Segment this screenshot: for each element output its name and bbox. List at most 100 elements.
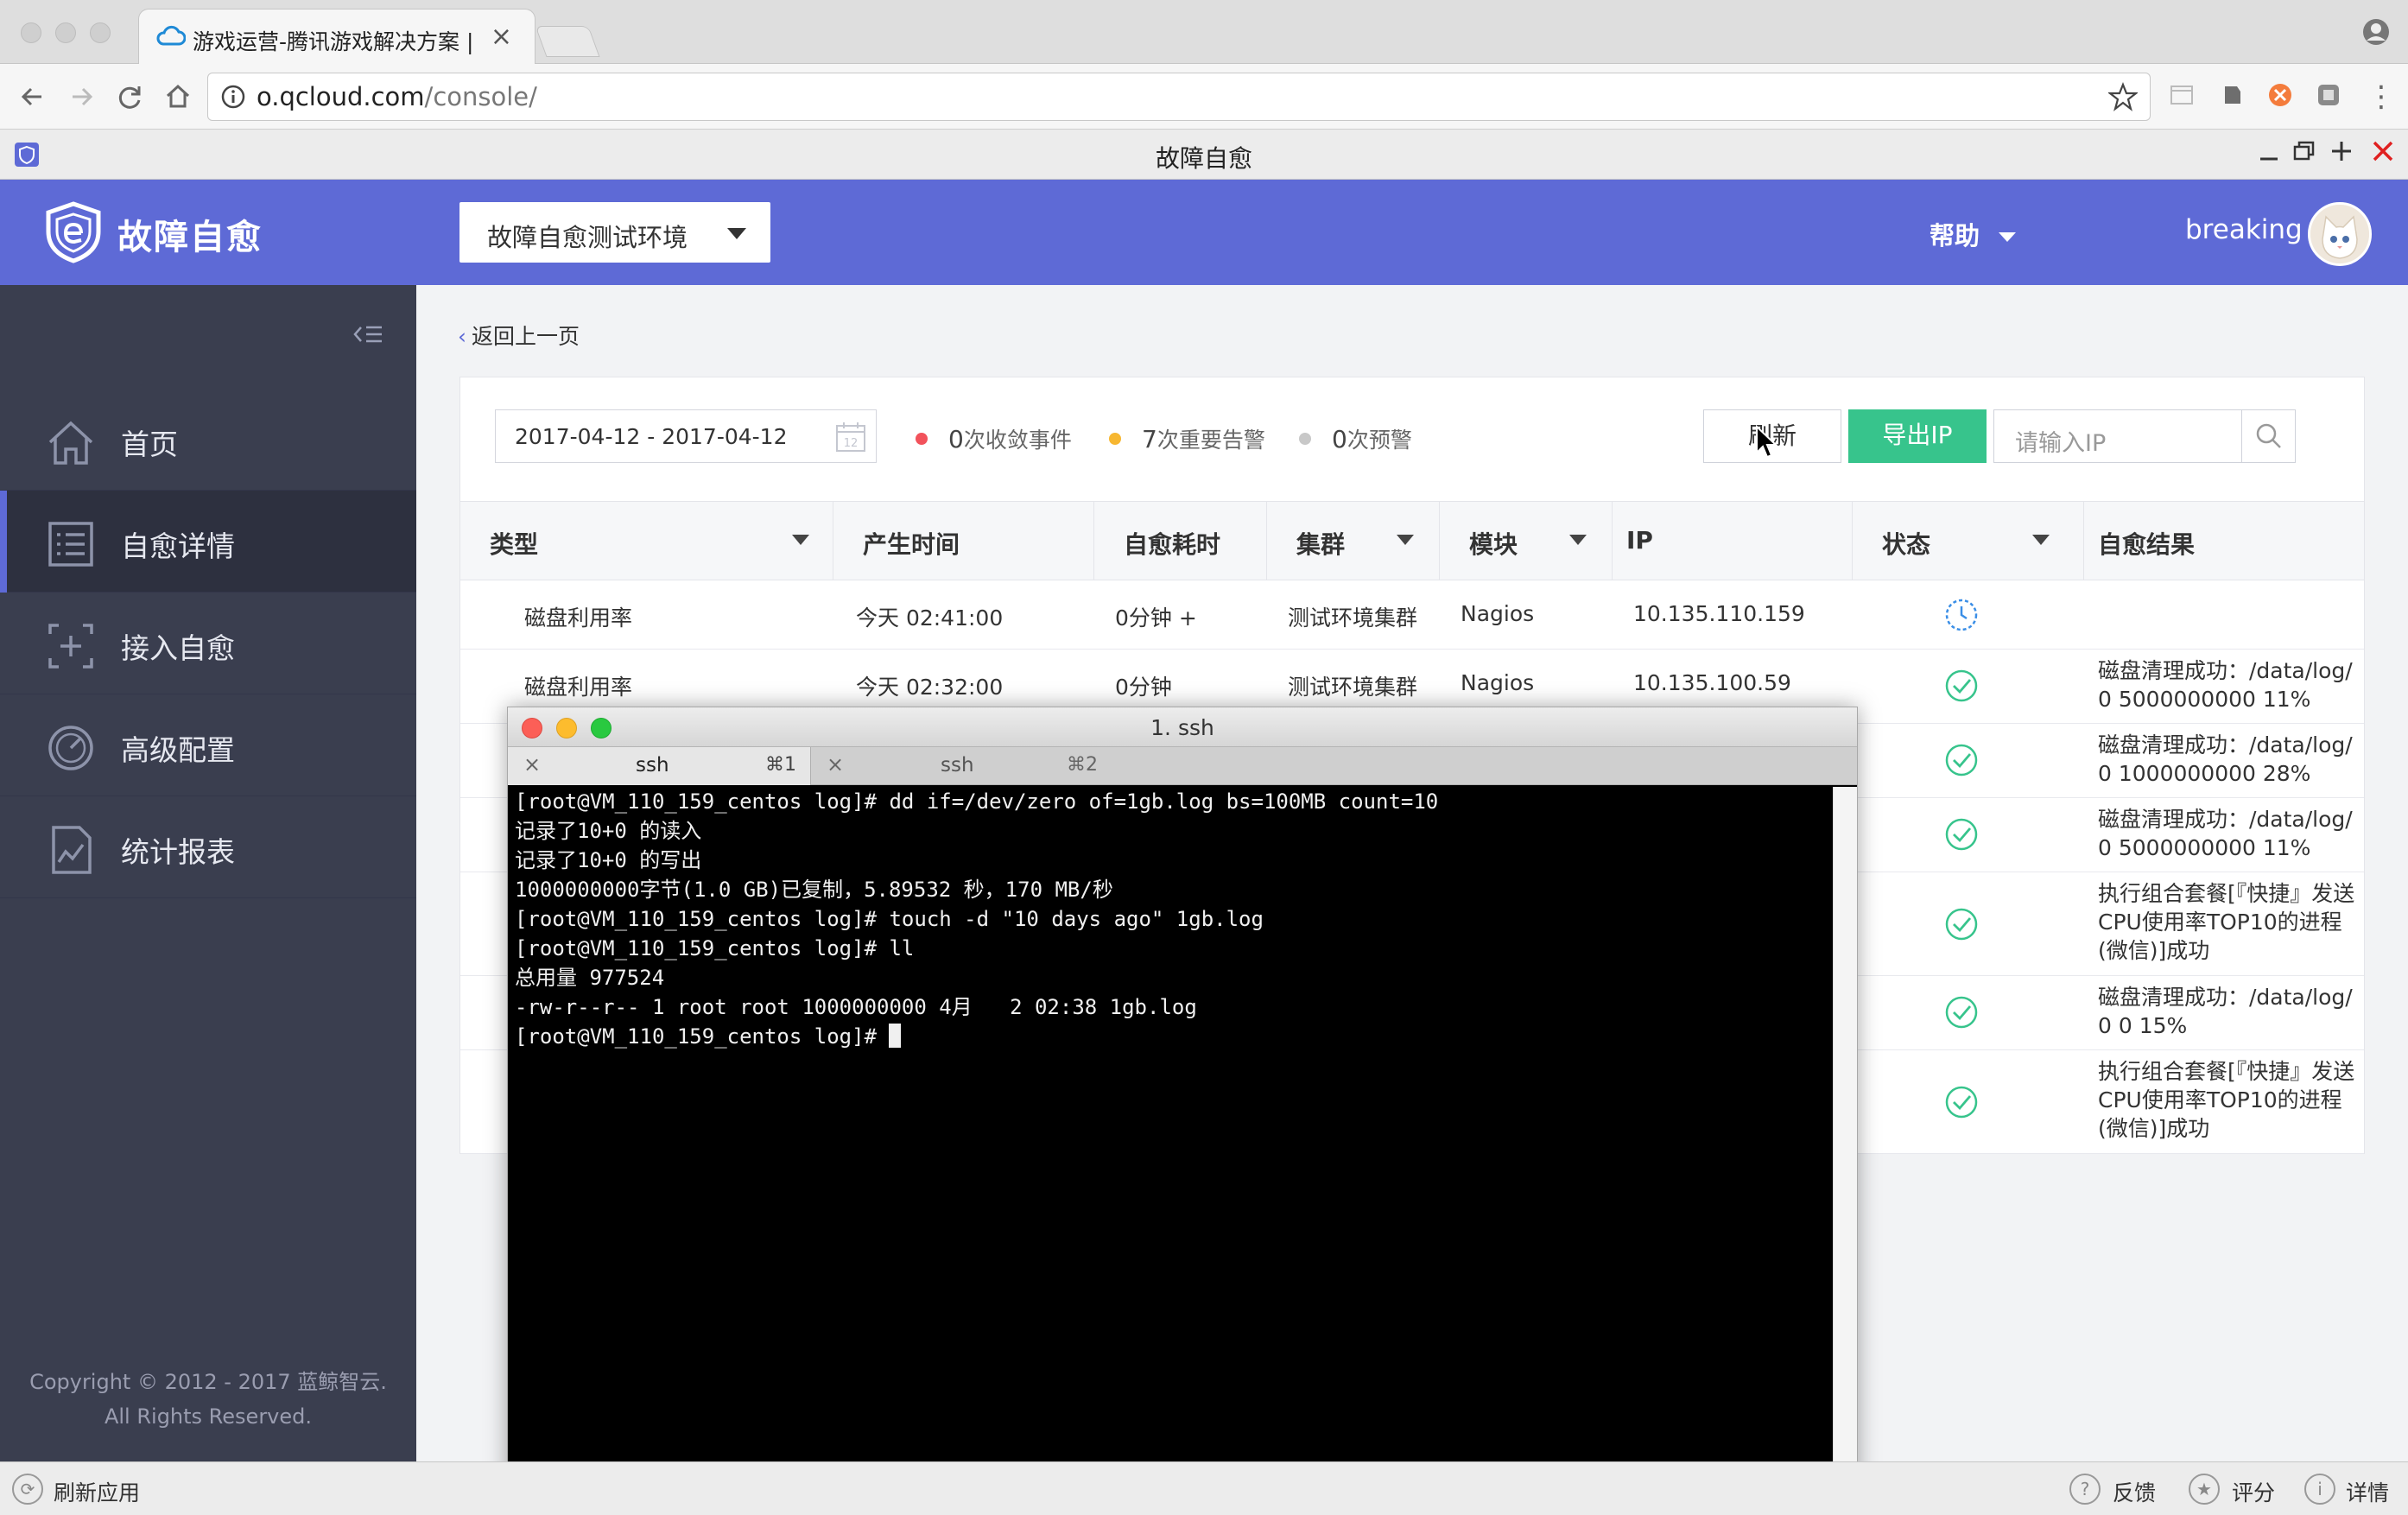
export-ip-button[interactable]: 导出IP: [1848, 409, 1987, 463]
rate-star-icon[interactable]: ★: [2189, 1474, 2220, 1505]
column-title: 类型: [490, 530, 539, 559]
environment-select[interactable]: 故障自愈测试环境: [459, 202, 770, 263]
cell-result: 磁盘清理成功：/data/log/ 0 0 15%: [2098, 985, 2353, 1038]
environment-select-value: 故障自愈测试环境: [487, 223, 688, 252]
feedback-icon[interactable]: ?: [2069, 1474, 2101, 1505]
date-range-value: 2017-04-12 - 2017-04-12: [515, 424, 788, 449]
terminal-titlebar[interactable]: 1. ssh: [508, 707, 1857, 747]
help-caret-icon: [1999, 232, 2017, 243]
terminal-output[interactable]: [root@VM_110_159_centos log]# dd if=/dev…: [515, 787, 1829, 1515]
minimize-icon[interactable]: [2256, 138, 2282, 164]
restore-icon[interactable]: [2291, 138, 2316, 164]
window-close-button[interactable]: [21, 22, 41, 43]
stat-dot: [1299, 433, 1311, 445]
home-icon[interactable]: [161, 79, 195, 114]
table-row[interactable]: 磁盘利用率 今天 02:41:00 0分钟 + 测试环境集群 Nagios 10…: [460, 580, 2364, 650]
app-status-bar: ⟳ 刷新应用 ? 反馈 ★ 评分 i 详情: [0, 1461, 2408, 1515]
info-icon[interactable]: [220, 84, 246, 110]
filter-caret-icon[interactable]: [1397, 535, 1414, 545]
feedback-button[interactable]: 反馈: [2113, 1476, 2156, 1507]
column-header-type[interactable]: 类型: [460, 502, 833, 581]
search-icon: [2254, 422, 2284, 451]
address-bar[interactable]: o.qcloud.com/console/: [207, 73, 2151, 121]
collapse-sidebar-icon[interactable]: [352, 323, 383, 345]
terminal-window[interactable]: 1. ssh × ssh ⌘1 × ssh ⌘2 [root@VM_110_15…: [507, 707, 1858, 1515]
column-title: 状态: [1882, 530, 1931, 559]
evernote-extension-icon[interactable]: [2218, 81, 2246, 109]
sidebar-item-home[interactable]: 首页: [0, 389, 416, 491]
terminal-cursor: [889, 1024, 902, 1048]
url-path: /console/: [424, 82, 537, 111]
browser-tab-active[interactable]: 游戏运营-腾讯游戏解决方案 | 腾 ×: [138, 9, 535, 65]
success-check-icon: [1944, 669, 1979, 703]
app-header: 故障自愈 故障自愈测试环境 帮助 breaking: [0, 180, 2408, 285]
tab-close-icon[interactable]: ×: [491, 22, 512, 52]
column-header-status[interactable]: 状态: [1853, 502, 2084, 581]
terminal-tab-name: ssh: [941, 754, 974, 777]
ip-search-input[interactable]: 请输入IP: [1993, 409, 2296, 463]
back-link[interactable]: ‹ 返回上一页: [458, 320, 580, 351]
stat-label: 次重要告警: [1156, 428, 1265, 453]
cell-ip: 10.135.110.159: [1633, 601, 1805, 626]
bookmark-star-icon[interactable]: [2108, 82, 2138, 111]
new-window-plus-icon[interactable]: [2329, 138, 2354, 164]
terminal-line: [root@VM_110_159_centos log]# ll: [515, 936, 915, 960]
terminal-tab-2[interactable]: × ssh ⌘2: [810, 747, 1112, 785]
reader-extension-icon[interactable]: [2168, 81, 2196, 109]
search-button[interactable]: [2241, 410, 2295, 462]
close-icon[interactable]: [2370, 138, 2396, 164]
window-minimize-button[interactable]: [55, 22, 76, 43]
terminal-line: 总用量 977524: [515, 966, 665, 990]
gray-extension-icon[interactable]: [2315, 81, 2342, 109]
cell-time: 今天 02:32:00: [856, 675, 1004, 700]
tab-title: 游戏运营-腾讯游戏解决方案 | 腾: [193, 29, 478, 54]
sidebar-item-reports[interactable]: 统计报表: [0, 796, 416, 898]
details-button[interactable]: 详情: [2346, 1476, 2389, 1507]
filter-caret-icon[interactable]: [1569, 535, 1587, 545]
stat-label: 次预警: [1347, 428, 1412, 453]
browser-toolbar: o.qcloud.com/console/ ⋮: [0, 64, 2408, 130]
terminal-title: 1. ssh: [1150, 715, 1214, 740]
sidebar-item-details[interactable]: 自愈详情: [0, 491, 416, 593]
cell-time: 今天 02:41:00: [856, 605, 1004, 631]
orange-extension-icon[interactable]: [2266, 81, 2294, 109]
tab-close-icon[interactable]: ×: [827, 752, 844, 777]
cell-result: 执行组合套餐[『快捷』发送CPU使用率TOP10的进程(微信)]成功: [2098, 881, 2355, 963]
mouse-cursor-icon: [1755, 425, 1777, 460]
column-header-result: 自愈结果: [2084, 502, 2364, 581]
cell-duration: 0分钟: [1115, 675, 1172, 700]
column-header-cluster[interactable]: 集群: [1267, 502, 1440, 581]
rate-button[interactable]: 评分: [2232, 1476, 2275, 1507]
username[interactable]: breaking: [2185, 214, 2303, 245]
column-header-module[interactable]: 模块: [1440, 502, 1613, 581]
tab-close-icon[interactable]: ×: [523, 752, 541, 777]
filter-caret-icon[interactable]: [2032, 535, 2050, 545]
terminal-line: -rw-r--r-- 1 root root 1000000000 4月 2 0…: [515, 995, 1197, 1019]
kebab-menu-icon[interactable]: ⋮: [2367, 79, 2396, 114]
new-tab-button[interactable]: [535, 26, 600, 57]
cell-cluster: 测试环境集群: [1288, 605, 1418, 631]
reload-icon[interactable]: [112, 79, 147, 114]
terminal-prompt-line[interactable]: [root@VM_110_159_centos log]#: [515, 1022, 1829, 1051]
profile-icon[interactable]: [2361, 17, 2391, 47]
terminal-scrollbar[interactable]: [1833, 787, 1857, 1515]
cell-ip: 10.135.100.59: [1633, 670, 1791, 695]
filter-caret-icon[interactable]: [792, 535, 809, 545]
help-menu[interactable]: 帮助: [1930, 216, 2017, 252]
refresh-app-icon[interactable]: ⟳: [12, 1474, 43, 1505]
sidebar-item-label: 自愈详情: [121, 529, 235, 563]
back-arrow-icon[interactable]: [16, 79, 50, 114]
refresh-app-button[interactable]: 刷新应用: [54, 1476, 140, 1507]
sidebar-item-access[interactable]: 接入自愈: [0, 593, 416, 694]
window-zoom-button[interactable]: [90, 22, 111, 43]
info-icon[interactable]: i: [2304, 1474, 2335, 1505]
terminal-tab-1[interactable]: × ssh ⌘1: [508, 747, 810, 785]
help-label: 帮助: [1930, 221, 1980, 250]
success-check-icon: [1944, 743, 1979, 777]
forward-arrow-icon[interactable]: [64, 79, 98, 114]
date-range-picker[interactable]: 2017-04-12 - 2017-04-12 12: [495, 409, 877, 463]
success-check-icon: [1944, 995, 1979, 1030]
stat-count: 0: [948, 425, 964, 453]
avatar[interactable]: [2308, 202, 2372, 266]
sidebar-item-advanced[interactable]: 高级配置: [0, 694, 416, 796]
